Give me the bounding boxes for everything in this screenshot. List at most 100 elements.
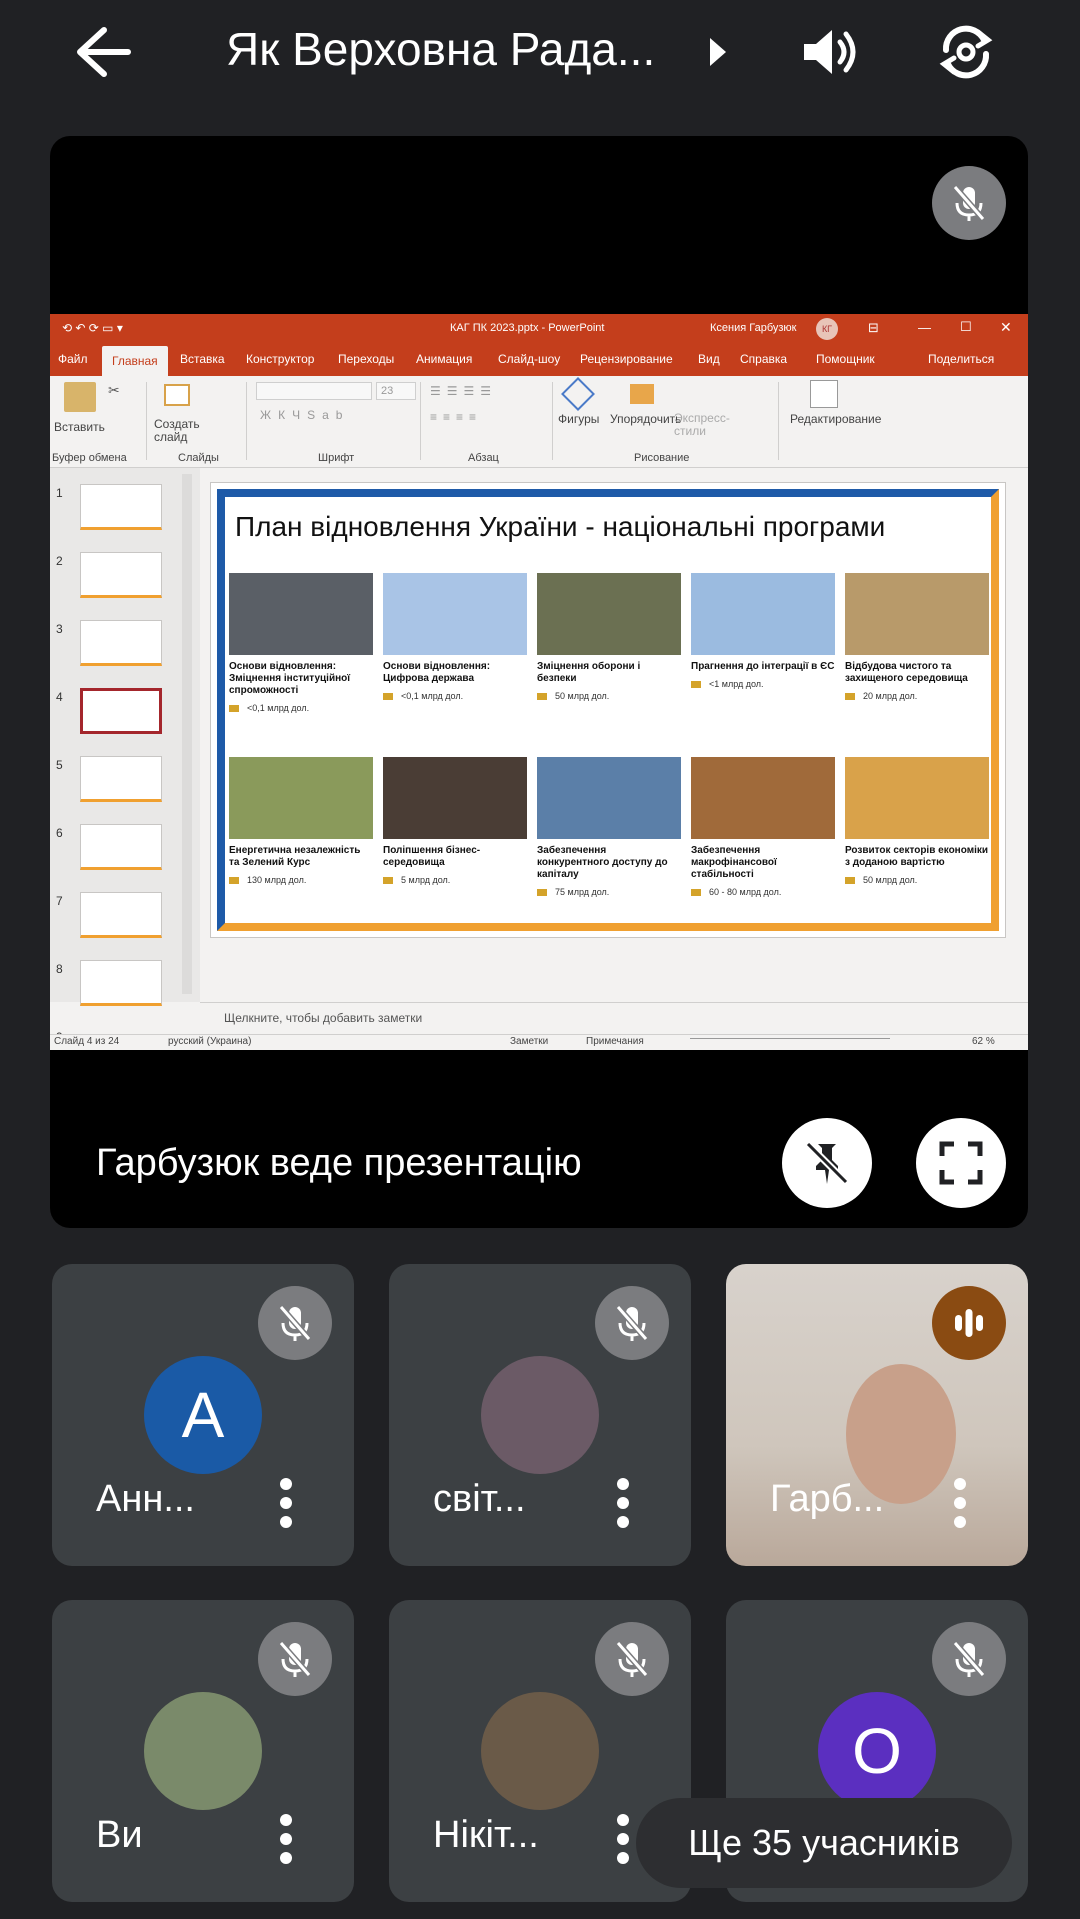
- program-budget-value: 60 - 80 млрд дол.: [709, 887, 782, 897]
- participant-name: Нікіт...: [433, 1814, 539, 1856]
- program-image: [845, 573, 989, 655]
- slide-thumbnail[interactable]: [80, 824, 162, 870]
- close-icon[interactable]: ✕: [1000, 319, 1012, 336]
- mic-off-icon: [595, 1286, 669, 1360]
- speaker-icon[interactable]: [800, 24, 860, 80]
- participant-tile[interactable]: А Анн...: [52, 1264, 354, 1566]
- zoom-slider[interactable]: [690, 1038, 890, 1046]
- menu-file[interactable]: Файл: [58, 352, 88, 366]
- menu-home[interactable]: Главная: [102, 346, 168, 376]
- minimize-icon[interactable]: —: [918, 320, 931, 335]
- drawing-group-label: Рисование: [634, 452, 690, 464]
- menu-transitions[interactable]: Переходы: [338, 352, 394, 366]
- thumbnail-number: 1: [56, 486, 63, 500]
- thumbnail-number: 5: [56, 758, 63, 772]
- cut-icon[interactable]: ✂: [108, 382, 120, 399]
- participant-name: світ...: [433, 1478, 526, 1520]
- notes-area[interactable]: Щелкните, чтобы добавить заметки: [200, 1002, 1028, 1034]
- thumbnail-number: 7: [56, 894, 63, 908]
- program-budget-value: 130 млрд дол.: [247, 875, 307, 885]
- switch-camera-icon[interactable]: [934, 20, 998, 84]
- new-slide-icon[interactable]: [164, 384, 190, 406]
- font-family-select[interactable]: [256, 382, 372, 400]
- presentation-mic-off-icon: [932, 166, 1006, 240]
- thumbnails-scrollbar[interactable]: [182, 474, 192, 994]
- paste-icon[interactable]: [64, 382, 96, 412]
- arrange-button[interactable]: Упорядочить: [610, 412, 681, 426]
- unpin-button[interactable]: [782, 1118, 872, 1208]
- program-image: [691, 573, 835, 655]
- thumbnail-number: 3: [56, 622, 63, 636]
- program-card: Розвиток секторів економіки з доданою ва…: [845, 757, 989, 885]
- search-icon[interactable]: [810, 380, 838, 408]
- shapes-button[interactable]: Фигуры: [558, 412, 599, 426]
- more-participants-button[interactable]: Ще 35 учасників: [636, 1798, 1012, 1888]
- arrange-icon[interactable]: [630, 384, 654, 404]
- paste-button[interactable]: Вставить: [54, 420, 105, 434]
- quick-access-icons[interactable]: ⟲ ↶ ⟳ ▭ ▾: [62, 321, 123, 335]
- clipboard-group-label: Буфер обмена: [52, 452, 127, 464]
- editing-button[interactable]: Редактирование: [790, 412, 881, 426]
- top-bar: Як Верховна Рада...: [0, 0, 1080, 110]
- menu-insert[interactable]: Вставка: [180, 352, 225, 366]
- new-slide-button[interactable]: Создать слайд: [154, 418, 204, 444]
- menu-assistant[interactable]: Помощник: [816, 352, 875, 366]
- more-options-icon[interactable]: [613, 1476, 633, 1530]
- font-format-icons[interactable]: ЖКЧSab: [260, 408, 349, 422]
- powerpoint-window-title: КАГ ПК 2023.pptx - PowerPoint: [450, 322, 605, 334]
- align-icons[interactable]: ≡≡≡≡: [430, 410, 482, 424]
- more-options-icon[interactable]: [276, 1812, 296, 1866]
- avatar: [481, 1356, 599, 1474]
- font-size-select[interactable]: 23: [376, 382, 416, 400]
- program-budget-value: 5 млрд дол.: [401, 875, 451, 885]
- shapes-icon[interactable]: [561, 377, 595, 411]
- slide-thumbnail[interactable]: [80, 552, 162, 598]
- menu-review[interactable]: Рецензирование: [580, 352, 673, 366]
- slide-thumbnail[interactable]: [80, 688, 162, 734]
- arrow-back-icon[interactable]: [70, 22, 134, 82]
- ribbon-display-icon[interactable]: ⊟: [868, 320, 879, 336]
- zoom-level[interactable]: 62 %: [972, 1036, 995, 1047]
- slide-thumbnail[interactable]: [80, 892, 162, 938]
- current-slide[interactable]: План відновлення України - національні п…: [210, 482, 1006, 938]
- participant-tile[interactable]: світ...: [389, 1264, 691, 1566]
- presentation-tile[interactable]: ⟲ ↶ ⟳ ▭ ▾ КАГ ПК 2023.pptx - PowerPoint …: [50, 136, 1028, 1228]
- more-options-icon[interactable]: [613, 1812, 633, 1866]
- slide-thumbnail[interactable]: [80, 620, 162, 666]
- menu-animations[interactable]: Анимация: [416, 352, 472, 366]
- maximize-icon[interactable]: ☐: [960, 319, 972, 335]
- program-budget: 50 млрд дол.: [537, 691, 681, 701]
- participant-name: Гарб...: [770, 1478, 885, 1520]
- program-image: [383, 573, 527, 655]
- meeting-title[interactable]: Як Верховна Рада...: [226, 22, 655, 76]
- thumbnail-number: 2: [56, 554, 63, 568]
- chevron-right-icon[interactable]: [706, 34, 730, 70]
- participant-tile[interactable]: Гарб...: [726, 1264, 1028, 1566]
- mic-off-icon: [932, 1622, 1006, 1696]
- notes-toggle[interactable]: Заметки: [510, 1036, 548, 1047]
- menu-share[interactable]: Поделиться: [928, 352, 994, 366]
- program-image: [229, 573, 373, 655]
- user-avatar[interactable]: КГ: [816, 318, 838, 340]
- slide-thumbnail[interactable]: [80, 756, 162, 802]
- more-options-icon[interactable]: [276, 1476, 296, 1530]
- program-budget-value: 75 млрд дол.: [555, 887, 610, 897]
- money-icon: [691, 681, 701, 689]
- list-icons[interactable]: ☰☰☰☰: [430, 384, 497, 398]
- participant-tile[interactable]: Ви: [52, 1600, 354, 1902]
- program-budget-value: <0,1 млрд дол.: [247, 703, 310, 713]
- quick-styles-button[interactable]: Экспресс-стили: [674, 412, 734, 438]
- slide-thumbnail[interactable]: [80, 484, 162, 530]
- menu-help[interactable]: Справка: [740, 352, 787, 366]
- more-options-icon[interactable]: [950, 1476, 970, 1530]
- program-title: Зміцнення оборони і безпеки: [537, 661, 641, 684]
- slide-thumbnail[interactable]: [80, 960, 162, 1006]
- menu-slideshow[interactable]: Слайд-шоу: [498, 352, 560, 366]
- menu-view[interactable]: Вид: [698, 352, 720, 366]
- comments-toggle[interactable]: Примечания: [586, 1036, 644, 1047]
- language-status[interactable]: русский (Украина): [168, 1036, 251, 1047]
- fullscreen-button[interactable]: [916, 1118, 1006, 1208]
- program-budget: 60 - 80 млрд дол.: [691, 887, 835, 897]
- menu-design[interactable]: Конструктор: [246, 352, 314, 366]
- thumbnail-number: 8: [56, 962, 63, 976]
